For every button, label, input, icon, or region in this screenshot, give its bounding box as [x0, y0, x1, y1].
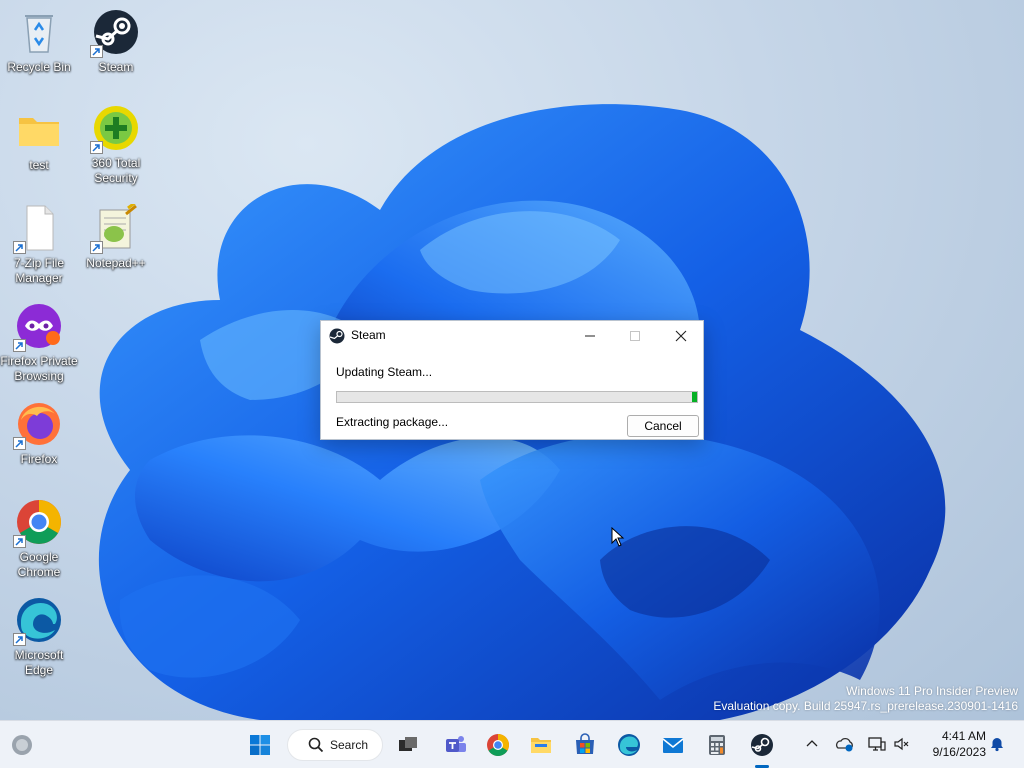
watermark-line-2: Evaluation copy. Build 25947.rs_prerelea… [713, 699, 1018, 713]
minimize-button[interactable] [567, 321, 613, 350]
steam-update-dialog: Steam Updating Steam... Extracting packa… [320, 320, 704, 440]
desktop-icon-label: 360 Total Security [91, 156, 141, 185]
desktop-icon-label: Steam [98, 60, 134, 74]
shortcut-arrow-icon [13, 339, 26, 352]
file-explorer-button[interactable] [525, 729, 557, 761]
desktop-icon-test-folder[interactable]: test [1, 106, 77, 194]
desktop-icon-7zip[interactable]: 7-Zip File Manager [1, 204, 77, 292]
notifications-button[interactable] [986, 733, 1008, 755]
start-button[interactable] [244, 729, 276, 761]
widgets-button[interactable] [6, 729, 38, 761]
desktop-icon-recycle-bin[interactable]: Recycle Bin [1, 8, 77, 96]
desktop-icon-label: Google Chrome [17, 550, 61, 579]
dialog-titlebar[interactable]: Steam [321, 321, 703, 350]
desktop-icon-label: test [29, 158, 49, 172]
shortcut-arrow-icon [13, 633, 26, 646]
taskbar-clock[interactable]: 4:41 AM 9/16/2023 [920, 728, 986, 760]
clock-time: 4:41 AM [941, 729, 986, 743]
notepad-plus-plus-icon [90, 204, 140, 254]
teams-button[interactable] [440, 729, 472, 761]
shortcut-arrow-icon [90, 141, 103, 154]
clock-date: 9/16/2023 [932, 745, 986, 759]
windows-evaluation-watermark: Windows 11 Pro Insider Preview Evaluatio… [713, 684, 1018, 714]
recycle-bin-icon [15, 8, 63, 56]
360-total-security-icon [90, 104, 140, 154]
volume-tray-button[interactable] [891, 733, 913, 755]
dialog-title: Steam [351, 328, 386, 342]
onedrive-icon [836, 737, 853, 752]
desktop-icon-label: Microsoft Edge [14, 648, 64, 677]
start-icon [250, 735, 270, 755]
steam-icon [329, 328, 345, 344]
steam-taskbar-button[interactable] [746, 729, 778, 768]
desktop-icon-firefox[interactable]: Firefox [1, 400, 77, 488]
network-tray-button[interactable] [866, 733, 888, 755]
search-icon [308, 737, 324, 753]
chrome-icon [13, 498, 63, 548]
desktop-icon-label: Firefox Private Browsing [0, 354, 78, 383]
mouse-cursor-icon [611, 527, 625, 547]
file-explorer-icon [531, 738, 551, 753]
chrome-icon [487, 734, 509, 756]
network-icon [868, 737, 886, 751]
desktop: Recycle Bin Steam test 360 Total Securit… [0, 0, 1024, 720]
desktop-icon-google-chrome[interactable]: Google Chrome [1, 498, 77, 586]
desktop-icon-360-total-security[interactable]: 360 Total Security [78, 104, 154, 192]
folder-icon [15, 106, 63, 154]
chrome-taskbar-button[interactable] [482, 729, 514, 761]
shortcut-arrow-icon [90, 241, 103, 254]
edge-icon [618, 734, 640, 756]
desktop-icon-label: Notepad++ [86, 256, 146, 270]
update-progress-bar [336, 391, 698, 403]
close-button[interactable] [658, 321, 704, 350]
calculator-button[interactable] [701, 729, 733, 761]
weather-widget-icon [12, 735, 32, 755]
cancel-button[interactable]: Cancel [627, 415, 699, 437]
desktop-icon-steam[interactable]: Steam [78, 8, 154, 96]
steam-icon [751, 734, 773, 756]
maximize-icon [630, 330, 640, 341]
steam-icon [90, 8, 140, 58]
dialog-message: Updating Steam... [336, 365, 433, 379]
desktop-icon-firefox-private[interactable]: Firefox Private Browsing [0, 302, 78, 390]
microsoft-store-button[interactable] [569, 729, 601, 761]
teams-icon [446, 736, 466, 752]
7zip-file-icon [13, 204, 63, 254]
close-icon [675, 330, 687, 341]
desktop-icon-label: Firefox [20, 452, 58, 466]
mail-icon [662, 738, 684, 753]
shortcut-arrow-icon [90, 45, 103, 58]
desktop-icon-notepad-plus-plus[interactable]: Notepad++ [78, 204, 154, 292]
minimize-icon [585, 335, 595, 336]
dialog-status-text: Extracting package... [336, 415, 449, 429]
desktop-icon-microsoft-edge[interactable]: Microsoft Edge [1, 596, 77, 684]
task-view-button[interactable] [392, 729, 424, 761]
volume-muted-icon [894, 737, 909, 751]
watermark-line-1: Windows 11 Pro Insider Preview [846, 684, 1018, 698]
taskbar-search-box[interactable]: Search [287, 729, 383, 761]
desktop-icon-label: 7-Zip File Manager [13, 256, 64, 285]
calculator-icon [709, 735, 725, 755]
maximize-button [612, 321, 658, 350]
notification-bell-icon [991, 738, 1003, 752]
chevron-up-icon [806, 740, 818, 747]
task-view-icon [399, 737, 417, 751]
search-label: Search [330, 738, 369, 752]
progress-fill [692, 392, 697, 402]
show-hidden-icons-button[interactable] [801, 733, 823, 755]
firefox-private-icon [13, 302, 63, 352]
shortcut-arrow-icon [13, 437, 26, 450]
edge-taskbar-button[interactable] [613, 729, 645, 761]
taskbar: Search 4:41 AM 9/16/2023 [0, 720, 1024, 768]
onedrive-tray-button[interactable] [834, 733, 856, 755]
desktop-icon-label: Recycle Bin [7, 60, 71, 74]
mail-button[interactable] [657, 729, 689, 761]
edge-icon [13, 596, 63, 646]
microsoft-store-icon [576, 733, 594, 754]
firefox-icon [13, 400, 63, 450]
shortcut-arrow-icon [13, 241, 26, 254]
shortcut-arrow-icon [13, 535, 26, 548]
